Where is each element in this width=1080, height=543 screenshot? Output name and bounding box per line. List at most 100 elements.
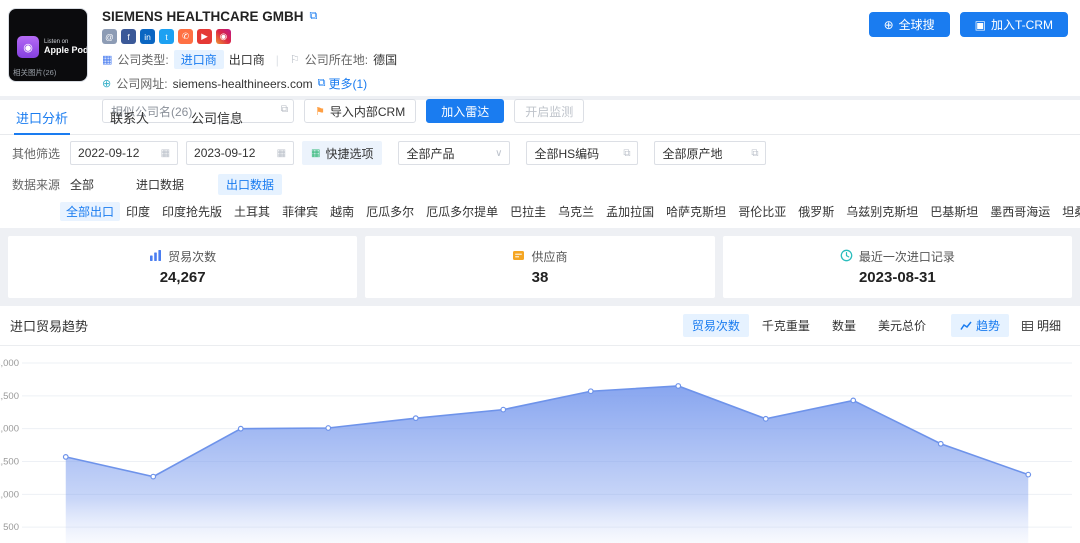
tab-import-analysis[interactable]: 进口分析 (14, 100, 70, 134)
stat-label-row: 供应商 (512, 248, 567, 265)
date-from-input[interactable]: 2022-09-12▦ (70, 141, 178, 165)
other-filter-label: 其他筛选 (12, 145, 60, 162)
svg-text:1,500: 1,500 (0, 457, 19, 468)
globe-icon: ⊕ (102, 77, 111, 90)
metric-button-quantity[interactable]: 数量 (823, 314, 865, 337)
twitter-icon[interactable]: t (159, 29, 174, 44)
chart-header: 进口贸易趋势 贸易次数千克重量数量美元总价趋势 明细 (0, 306, 1080, 346)
svg-text:500: 500 (3, 522, 19, 533)
location-value: 德国 (373, 51, 397, 68)
country-filter-11[interactable]: 哈萨克斯坦 (660, 202, 732, 221)
metric-button-usd-total[interactable]: 美元总价 (869, 314, 935, 337)
view-button-trend[interactable]: 趋势 (951, 314, 1009, 337)
supplier-icon (512, 249, 525, 265)
company-name: SIEMENS HEALTHCARE GMBH (102, 9, 304, 24)
import-crm-button[interactable]: ⚑导入内部CRM (304, 99, 416, 123)
country-list-wrap: 全部出口印度印度抢先版土耳其菲律宾越南厄瓜多尔厄瓜多尔提单巴拉圭乌克兰孟加拉国哈… (60, 202, 1080, 221)
country-filter-6[interactable]: 厄瓜多尔 (360, 202, 420, 221)
country-filter-5[interactable]: 越南 (324, 202, 360, 221)
chart-title: 进口贸易趋势 (10, 316, 88, 335)
table-icon (1022, 321, 1033, 331)
country-filter-8[interactable]: 巴拉圭 (504, 202, 552, 221)
flag-icon: ⚑ (315, 105, 325, 118)
svg-text:2,000: 2,000 (0, 424, 19, 435)
youtube-icon[interactable]: ▶ (197, 29, 212, 44)
metric-button-trade-count[interactable]: 贸易次数 (683, 314, 749, 337)
stat-label-row: 最近一次进口记录 (840, 248, 955, 265)
social-icons: @ fint ✆ ▶ ◉ (102, 29, 584, 44)
website-label: 公司网址: (116, 75, 167, 92)
list-icon: ⧉ (623, 148, 630, 159)
hs-code-select[interactable]: 全部HS编码⧉ (526, 141, 638, 165)
global-search-button[interactable]: ⊕全球搜 (869, 12, 950, 37)
data-source-label: 数据来源 (12, 176, 60, 193)
view-button-label: 明细 (1037, 317, 1061, 334)
instagram-icon[interactable]: ◉ (216, 29, 231, 44)
facebook-icon[interactable]: f (121, 29, 136, 44)
building-icon: ▦ (102, 53, 112, 66)
source-option-2[interactable]: 出口数据 (218, 174, 282, 195)
svg-text:2,500: 2,500 (0, 391, 19, 402)
country-filter-4[interactable]: 菲律宾 (276, 202, 324, 221)
country-filter-1[interactable]: 印度 (120, 202, 156, 221)
source-options: 全部 进口数据 出口数据 (62, 174, 308, 195)
similar-company-expand-icon[interactable]: ⧉ (281, 104, 288, 115)
country-filter-3[interactable]: 土耳其 (228, 202, 276, 221)
country-filter-0[interactable]: 全部出口 (60, 202, 120, 221)
trade-trend-chart[interactable]: 05001,0001,5002,0002,5003,0002022-092022… (0, 346, 1080, 543)
start-monitor-button[interactable]: 开启监测 (514, 99, 584, 123)
bar-chart-icon (149, 249, 162, 265)
importer-tag[interactable]: 进口商 (174, 50, 224, 69)
country-filter-13[interactable]: 俄罗斯 (792, 202, 840, 221)
country-filter-15[interactable]: 巴基斯坦 (924, 202, 984, 221)
more-link[interactable]: ⧉更多(1) (318, 75, 368, 92)
stat-value: 38 (532, 269, 549, 286)
stat-card-trade-count: 贸易次数24,267 (8, 236, 357, 298)
tab-contacts[interactable]: 联系人 (108, 100, 151, 134)
exporter-tag[interactable]: 出口商 (229, 51, 265, 68)
website-value[interactable]: siemens-healthineers.com (173, 77, 313, 91)
country-filter-7[interactable]: 厄瓜多尔提单 (420, 202, 504, 221)
stat-label: 贸易次数 (168, 248, 216, 265)
add-radar-button[interactable]: 加入雷达 (426, 99, 504, 123)
country-filter-14[interactable]: 乌兹别克斯坦 (840, 202, 924, 221)
origin-select[interactable]: 全部原产地⧉ (654, 141, 766, 165)
data-source-row: 数据来源 全部 进口数据 出口数据 (0, 170, 1080, 197)
calendar-icon: ▦ (161, 148, 170, 159)
linkedin-icon[interactable]: in (140, 29, 155, 44)
add-tcrm-button[interactable]: ▣加入T-CRM (960, 12, 1068, 37)
company-header: ◉ Listen on Apple Podcasts 相关图片(26) SIEM… (0, 0, 1080, 96)
stat-card-last-import: 最近一次进口记录2023-08-31 (723, 236, 1072, 298)
country-filter-10[interactable]: 孟加拉国 (600, 202, 660, 221)
company-logo[interactable]: ◉ Listen on Apple Podcasts 相关图片(26) (8, 8, 88, 82)
chevron-down-icon: ∨ (495, 148, 502, 159)
view-button-detail[interactable]: 明细 (1013, 314, 1070, 337)
country-filter-2[interactable]: 印度抢先版 (156, 202, 228, 221)
external-link-icon: ⧉ (318, 77, 326, 90)
stat-label-row: 贸易次数 (149, 248, 216, 265)
date-to-input[interactable]: 2023-09-12▦ (186, 141, 294, 165)
copy-icon[interactable]: ⧉ (310, 10, 318, 23)
phone-icon[interactable]: ✆ (178, 29, 193, 44)
chart-toolbar: 贸易次数千克重量数量美元总价趋势 明细 (683, 314, 1070, 337)
source-option-1[interactable]: 进口数据 (128, 174, 192, 195)
product-select[interactable]: 全部产品∨ (398, 141, 510, 165)
metric-button-kg-weight[interactable]: 千克重量 (753, 314, 819, 337)
list-icon: ⧉ (751, 148, 758, 159)
website-icon[interactable]: @ (102, 29, 117, 44)
country-filter-12[interactable]: 哥伦比亚 (732, 202, 792, 221)
svg-text:3,000: 3,000 (0, 358, 19, 369)
country-filter-row: 全部出口印度印度抢先版土耳其菲律宾越南厄瓜多尔厄瓜多尔提单巴拉圭乌克兰孟加拉国哈… (0, 197, 1080, 228)
globe-search-icon: ⊕ (884, 18, 894, 32)
tab-company-info[interactable]: 公司信息 (189, 100, 245, 134)
crm-icon: ▣ (975, 18, 986, 32)
country-filter-9[interactable]: 乌克兰 (552, 202, 600, 221)
company-type-label: 公司类型: (117, 51, 168, 68)
stat-label: 最近一次进口记录 (859, 248, 955, 265)
country-filter-16[interactable]: 墨西哥海运 (984, 202, 1056, 221)
quick-options-button[interactable]: ▦快捷选项 (302, 141, 382, 165)
related-images-label[interactable]: 相关图片(26) (13, 67, 56, 78)
location-label: 公司所在地: (305, 51, 368, 68)
source-option-0[interactable]: 全部 (62, 174, 102, 195)
country-filter-17[interactable]: 坦桑尼亚 (1056, 202, 1080, 221)
